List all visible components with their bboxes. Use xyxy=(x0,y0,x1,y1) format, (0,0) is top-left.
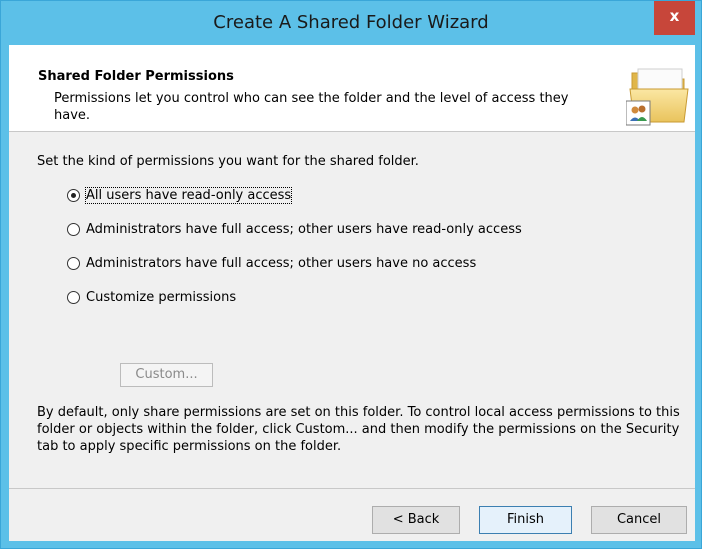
option-customize[interactable]: Customize permissions xyxy=(67,290,236,305)
close-button[interactable]: x xyxy=(654,1,695,35)
option-label: All users have read-only access xyxy=(84,187,293,204)
finish-button[interactable]: Finish xyxy=(479,506,572,534)
shared-folder-icon xyxy=(625,65,692,127)
option-admin-full-read[interactable]: Administrators have full access; other u… xyxy=(67,222,522,237)
window-title: Create A Shared Folder Wizard xyxy=(213,12,489,33)
cancel-button[interactable]: Cancel xyxy=(591,506,687,534)
option-admin-full-no-access[interactable]: Administrators have full access; other u… xyxy=(67,256,476,271)
radio-button[interactable] xyxy=(67,257,80,270)
option-label: Customize permissions xyxy=(86,290,237,305)
option-label: Administrators have full access; other u… xyxy=(86,256,477,271)
option-label: Administrators have full access; other u… xyxy=(86,222,522,237)
wizard-window: Create A Shared Folder Wizard x Shared F… xyxy=(0,0,702,549)
custom-button[interactable]: Custom... xyxy=(120,363,213,387)
wizard-client-area: Shared Folder Permissions Permissions le… xyxy=(9,45,695,541)
radio-button[interactable] xyxy=(67,223,80,236)
radio-button[interactable] xyxy=(67,291,80,304)
page-title: Shared Folder Permissions xyxy=(38,69,234,84)
footer-divider xyxy=(9,488,695,489)
title-bar[interactable]: Create A Shared Folder Wizard x xyxy=(1,1,701,45)
option-read-only[interactable]: All users have read-only access xyxy=(67,187,293,204)
radio-button-selected[interactable] xyxy=(67,189,80,202)
info-text: By default, only share permissions are s… xyxy=(37,405,680,454)
permissions-prompt: Set the kind of permissions you want for… xyxy=(37,154,419,169)
wizard-header: Shared Folder Permissions Permissions le… xyxy=(9,45,695,132)
page-description: Permissions let you control who can see … xyxy=(54,91,569,123)
back-button[interactable]: < Back xyxy=(372,506,460,534)
